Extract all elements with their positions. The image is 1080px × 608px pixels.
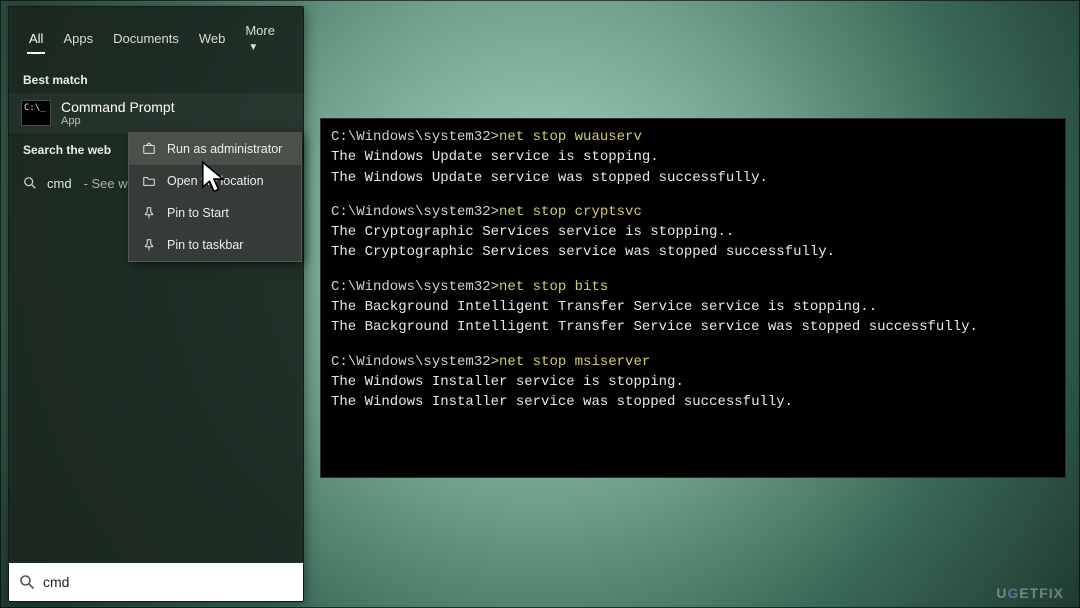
terminal-prompt: C:\Windows\system32> [331, 354, 499, 370]
start-tabs: All Apps Documents Web More ▼ [9, 7, 303, 63]
tab-web[interactable]: Web [189, 25, 236, 56]
terminal-command-line: C:\Windows\system32>net stop wuauserv [331, 127, 1055, 147]
terminal-prompt: C:\Windows\system32> [331, 129, 499, 145]
best-match-result[interactable]: C:\_ Command Prompt App [9, 93, 303, 133]
best-match-text: Command Prompt App [61, 99, 175, 127]
terminal-output: The Windows Update service was stopped s… [331, 168, 1055, 188]
web-result-term: cmd [47, 176, 72, 191]
pin-icon [141, 205, 157, 221]
best-match-subtitle: App [61, 115, 175, 127]
folder-icon [141, 173, 157, 189]
terminal-output: The Cryptographic Services service is st… [331, 222, 1055, 242]
context-menu-label: Run as administrator [167, 142, 282, 156]
terminal-output: The Windows Update service is stopping. [331, 147, 1055, 167]
context-menu-label: Pin to taskbar [167, 238, 243, 252]
cmd-icon: C:\_ [21, 100, 51, 126]
tab-apps[interactable]: Apps [53, 25, 103, 56]
chevron-down-icon: ▼ [248, 42, 258, 53]
terminal-blank [331, 263, 1055, 277]
tab-documents[interactable]: Documents [103, 25, 189, 56]
terminal-command-line: C:\Windows\system32>net stop msiserver [331, 352, 1055, 372]
context-menu: Run as administrator Open file location Pi… [128, 132, 302, 262]
search-icon [23, 176, 37, 190]
search-icon [19, 574, 35, 590]
terminal-output: The Windows Installer service is stoppin… [331, 372, 1055, 392]
context-menu-label: Pin to Start [167, 206, 229, 220]
terminal-output: The Background Intelligent Transfer Serv… [331, 297, 1055, 317]
terminal-output: The Cryptographic Services service was s… [331, 242, 1055, 262]
context-menu-label: Open file location [167, 174, 264, 188]
context-menu-item[interactable]: Pin to taskbar [129, 229, 301, 261]
best-match-label: Best match [9, 63, 303, 93]
pin-icon [141, 237, 157, 253]
tab-more[interactable]: More ▼ [235, 17, 293, 63]
terminal-command: net stop cryptsvc [499, 204, 642, 220]
best-match-title: Command Prompt [61, 99, 175, 115]
terminal-blank [331, 188, 1055, 202]
watermark: UGETFIX [996, 586, 1064, 600]
tab-all[interactable]: All [19, 25, 53, 56]
context-menu-item[interactable]: Run as administrator [129, 133, 301, 165]
admin-icon [141, 141, 157, 157]
search-box[interactable] [9, 563, 303, 601]
terminal-command: net stop msiserver [499, 354, 650, 370]
terminal-blank [331, 338, 1055, 352]
terminal-command: net stop wuauserv [499, 129, 642, 145]
terminal-prompt: C:\Windows\system32> [331, 204, 499, 220]
terminal-output: The Windows Installer service was stoppe… [331, 392, 1055, 412]
search-input[interactable] [43, 574, 293, 590]
terminal-window: C:\Windows\system32>net stop wuauservThe… [320, 118, 1066, 478]
context-menu-item[interactable]: Open file location [129, 165, 301, 197]
terminal-command: net stop bits [499, 279, 608, 295]
terminal-command-line: C:\Windows\system32>net stop bits [331, 277, 1055, 297]
start-search-panel: All Apps Documents Web More ▼ Best match… [8, 6, 304, 602]
terminal-prompt: C:\Windows\system32> [331, 279, 499, 295]
terminal-command-line: C:\Windows\system32>net stop cryptsvc [331, 202, 1055, 222]
tab-more-label: More [245, 23, 275, 38]
desktop: All Apps Documents Web More ▼ Best match… [0, 0, 1080, 608]
context-menu-item[interactable]: Pin to Start [129, 197, 301, 229]
terminal-output: The Background Intelligent Transfer Serv… [331, 317, 1055, 337]
